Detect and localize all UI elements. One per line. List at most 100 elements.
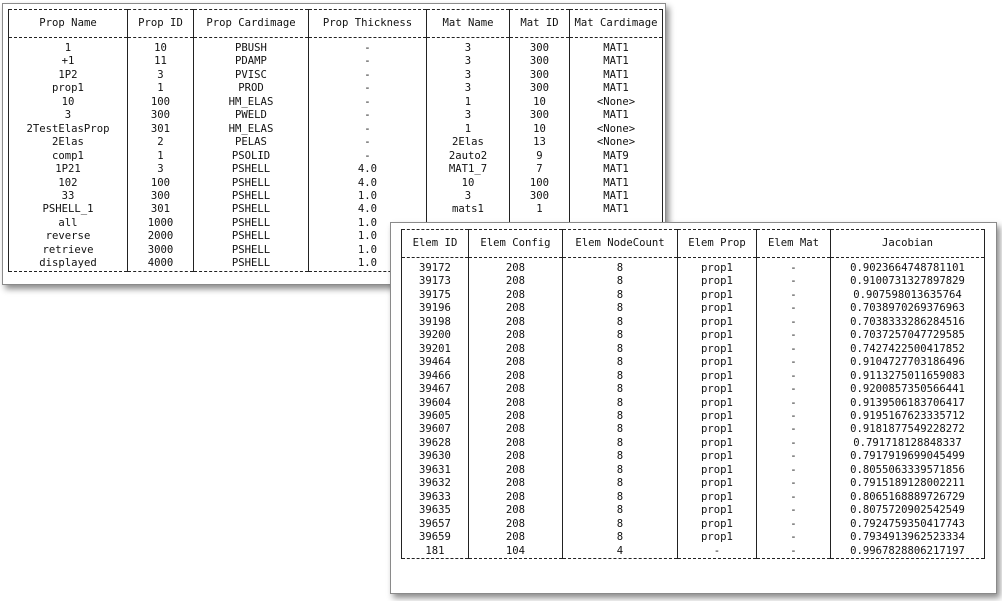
element-table-cell: prop1 (677, 463, 757, 478)
property-table-cell: comp1 (8, 149, 128, 164)
property-table-cell: 10 (426, 176, 510, 190)
property-table-cell: mats1 (426, 203, 510, 217)
element-table-cell: 8 (562, 423, 678, 437)
element-table-cell: 208 (468, 315, 563, 330)
element-table-cell: 208 (468, 423, 563, 437)
element-table-column-header: Elem Config (468, 229, 563, 258)
property-table-cell: PBUSH (193, 37, 309, 56)
element-table-cell: 39631 (401, 463, 469, 478)
element-table-cell: 208 (468, 450, 563, 464)
table-row: 39175 208 8 prop1-0.907598013635764 (401, 288, 985, 303)
table-row: 39198 208 8 prop1-0.7038333286284516 (401, 315, 985, 330)
property-table-cell: HM_ELAS (193, 122, 309, 137)
element-table-cell: - (756, 288, 831, 303)
element-table-cell: - (756, 257, 831, 276)
property-table-cell: 2TestElasProp (8, 122, 128, 137)
element-table-cell: 39635 (401, 504, 469, 518)
property-table-cell: 3000 (127, 243, 194, 258)
property-table-cell: <None> (569, 122, 663, 137)
element-table-cell: prop1 (677, 477, 757, 491)
property-table-cell: PSHELL (193, 189, 309, 204)
element-table-cell: 8 (562, 477, 678, 491)
element-table-cell: 8 (562, 356, 678, 370)
property-table-cell: PSHELL_1 (8, 203, 128, 217)
property-table-cell: prop1 (8, 82, 128, 96)
property-table-header-row: Prop Name Prop ID Prop Cardimage Prop Thick… (8, 9, 663, 38)
table-row: 1 10 PBUSH -3 300 MAT1 (8, 37, 663, 56)
property-table-cell: 301 (127, 203, 194, 217)
element-table-cell: 8 (562, 531, 678, 545)
element-table-cell: prop1 (677, 257, 757, 276)
property-table-cell: MAT1 (569, 37, 663, 56)
element-table-cell: prop1 (677, 329, 757, 343)
element-table-cell: 0.8065168889726729 (830, 490, 985, 505)
element-table-cell: 8 (562, 342, 678, 357)
property-table-cell: - (308, 95, 427, 110)
table-row: prop1 1 PROD -3 300 MAT1 (8, 82, 663, 96)
table-row: 39633 208 8 prop1-0.8065168889726729 (401, 490, 985, 505)
property-table-cell: MAT1 (569, 189, 663, 204)
element-table-cell: prop1 (677, 342, 757, 357)
property-table-cell: PDAMP (193, 55, 309, 69)
element-table-cell: 0.7924759350417743 (830, 517, 985, 532)
element-table-cell: 0.9113275011659083 (830, 369, 985, 384)
table-row: +1 11 PDAMP -3 300 MAT1 (8, 55, 663, 69)
element-table-cell: 39467 (401, 383, 469, 397)
property-table-cell: PSHELL (193, 216, 309, 231)
property-table-cell: 300 (509, 37, 570, 56)
property-table-cell: 300 (509, 68, 570, 83)
element-table-cell: prop1 (677, 504, 757, 518)
property-table-cell: MAT1 (569, 176, 663, 190)
property-table-cell: MAT1 (569, 203, 663, 217)
table-row: 39173 208 8 prop1-0.9100731327897829 (401, 275, 985, 289)
property-table-cell: MAT1 (569, 55, 663, 69)
property-table-cell: 4.0 (308, 176, 427, 190)
element-table-cell: - (756, 302, 831, 316)
element-table-cell: 0.9139506183706417 (830, 396, 985, 410)
element-table-cell: 39200 (401, 329, 469, 343)
property-table-cell: 3 (426, 68, 510, 83)
property-table-cell: PVISC (193, 68, 309, 83)
property-table-cell: 3 (426, 109, 510, 123)
element-table-cell: - (756, 450, 831, 464)
element-table-cell: 8 (562, 450, 678, 464)
property-table-cell: 300 (509, 189, 570, 204)
element-table-cell: 208 (468, 275, 563, 289)
property-table-cell: MAT1_7 (426, 163, 510, 177)
property-table-cell: PSHELL (193, 176, 309, 190)
property-table-cell: 1 (426, 122, 510, 137)
property-table-cell: PSHELL (193, 257, 309, 272)
element-table-cell: 39196 (401, 302, 469, 316)
element-table-cell: 39172 (401, 257, 469, 276)
element-table-cell: 208 (468, 356, 563, 370)
property-table-cell: - (308, 122, 427, 137)
element-table-cell: prop1 (677, 436, 757, 451)
element-table-cell: 39632 (401, 477, 469, 491)
table-row: 1P21 3 PSHELL 4.0 MAT1_7 7 MAT1 (8, 163, 663, 177)
property-table-cell: 1 (426, 95, 510, 110)
element-table-cell: 39633 (401, 490, 469, 505)
element-table-cell: - (756, 504, 831, 518)
element-table-cell: 0.8075720902542549 (830, 504, 985, 518)
table-row: 39632 208 8 prop1-0.7915189128002211 (401, 477, 985, 491)
property-table-cell: 300 (509, 109, 570, 123)
table-row: 10 100 HM_ELAS -1 10 <None> (8, 95, 663, 110)
table-row: PSHELL_1 301 PSHELL 4.0 mats1 1 MAT1 (8, 203, 663, 217)
table-row: 33 300 PSHELL 1.0 3 300 MAT1 (8, 189, 663, 204)
element-table-cell: 39173 (401, 275, 469, 289)
table-row: 39464 208 8 prop1-0.9104727703186496 (401, 356, 985, 370)
property-table-cell: 3 (8, 109, 128, 123)
element-table-cell: 208 (468, 490, 563, 505)
property-table-cell: 1 (127, 82, 194, 96)
element-table-cell: 39201 (401, 342, 469, 357)
element-table-cell: 208 (468, 342, 563, 357)
element-table-cell: 0.8055063339571856 (830, 463, 985, 478)
element-table-cell: 208 (468, 288, 563, 303)
element-table-cell: - (756, 544, 831, 559)
element-table-cell: 39464 (401, 356, 469, 370)
element-table-cell: 208 (468, 257, 563, 276)
element-table-cell: prop1 (677, 517, 757, 532)
table-row: 181 104 4- -0.9967828806217197 (401, 544, 985, 559)
element-table-cell: 208 (468, 383, 563, 397)
element-table-cell: 208 (468, 369, 563, 384)
